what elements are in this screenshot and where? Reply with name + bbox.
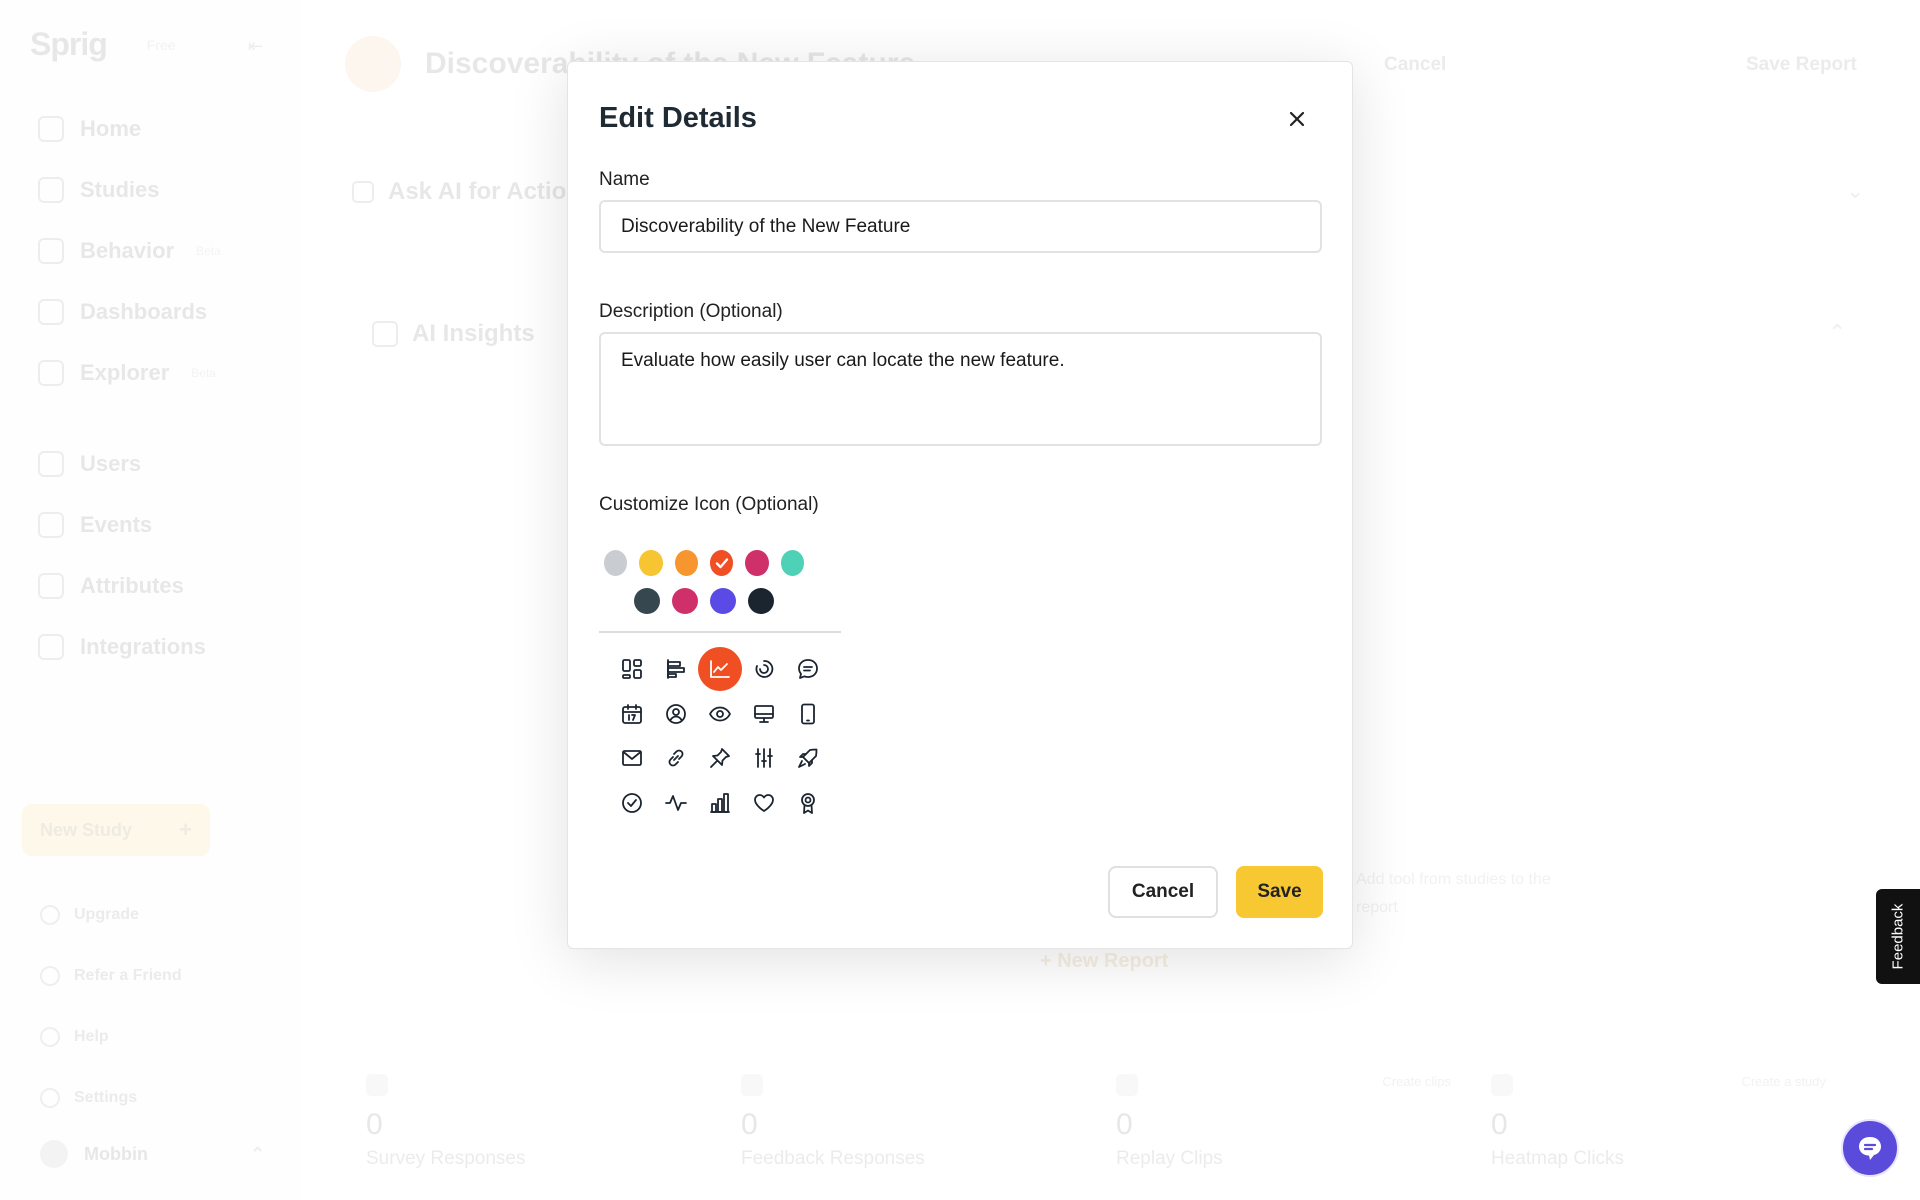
cancel-button[interactable]: Cancel (1108, 866, 1218, 918)
modal-title: Edit Details (599, 102, 757, 134)
user-circle-icon (666, 703, 686, 724)
icon-option[interactable] (654, 781, 698, 825)
icon-option[interactable] (698, 647, 742, 691)
icon-option[interactable] (786, 647, 830, 691)
color-swatch[interactable] (672, 588, 698, 614)
icon-option[interactable] (742, 692, 786, 736)
bar-chart-icon (710, 792, 730, 813)
dashboard-icon (622, 659, 642, 679)
name-input[interactable] (599, 200, 1322, 253)
mail-icon (622, 750, 642, 766)
icon-option[interactable] (786, 736, 830, 780)
icon-option[interactable] (610, 736, 654, 780)
color-swatch[interactable] (634, 588, 660, 614)
icon-option[interactable] (742, 647, 786, 691)
swatch-row (604, 550, 804, 576)
color-swatch[interactable] (710, 588, 736, 614)
color-swatch[interactable] (710, 550, 734, 576)
color-swatch[interactable] (604, 550, 628, 576)
icon-option[interactable] (742, 736, 786, 780)
color-swatch[interactable] (639, 550, 663, 576)
name-label: Name (599, 169, 650, 190)
icon-picker-grid (610, 647, 830, 825)
icon-option[interactable] (698, 736, 742, 780)
divider (599, 631, 841, 633)
heart-icon (754, 793, 774, 812)
loading-circle-icon (755, 660, 774, 678)
feedback-tab[interactable]: Feedback (1876, 889, 1920, 984)
activity-icon (665, 794, 687, 811)
icon-option[interactable] (610, 647, 654, 691)
icon-option[interactable] (654, 692, 698, 736)
color-swatch[interactable] (780, 550, 804, 576)
pin-icon (710, 748, 730, 768)
icon-option[interactable] (610, 692, 654, 736)
mobile-icon (801, 703, 815, 724)
icon-option[interactable] (742, 781, 786, 825)
close-icon[interactable] (1282, 104, 1312, 134)
sliders-icon (755, 748, 773, 768)
chat-launcher-button[interactable] (1841, 1119, 1899, 1177)
color-swatch[interactable] (748, 588, 774, 614)
check-circle-icon (622, 792, 642, 813)
icon-option[interactable] (698, 692, 742, 736)
icon-option[interactable] (698, 781, 742, 825)
color-swatches (604, 550, 804, 626)
feedback-label: Feedback (1889, 903, 1907, 970)
description-label: Description (Optional) (599, 301, 783, 322)
link-icon (668, 749, 684, 767)
icon-option[interactable] (786, 692, 830, 736)
icon-option[interactable] (786, 781, 830, 825)
description-textarea[interactable]: Evaluate how easily user can locate the … (599, 332, 1322, 446)
chart-bars-horizontal-icon (667, 659, 685, 679)
color-swatch[interactable] (745, 550, 769, 576)
line-chart-icon (710, 660, 730, 678)
color-swatch[interactable] (674, 550, 698, 576)
save-button[interactable]: Save (1236, 866, 1323, 918)
customize-icon-label: Customize Icon (Optional) (599, 494, 819, 515)
monitor-icon (754, 704, 774, 723)
chat-bubble-icon (798, 659, 818, 679)
chat-bubble-icon (1859, 1137, 1881, 1160)
calendar-icon (622, 703, 642, 724)
icon-option[interactable] (654, 736, 698, 780)
rocket-icon (798, 748, 818, 768)
icon-option[interactable] (610, 781, 654, 825)
eye-icon (709, 706, 731, 721)
swatch-row (604, 588, 804, 614)
award-icon (801, 792, 815, 814)
edit-details-modal: Edit Details Name Description (Optional)… (567, 61, 1353, 949)
check-icon (715, 558, 728, 569)
icon-option[interactable] (654, 647, 698, 691)
